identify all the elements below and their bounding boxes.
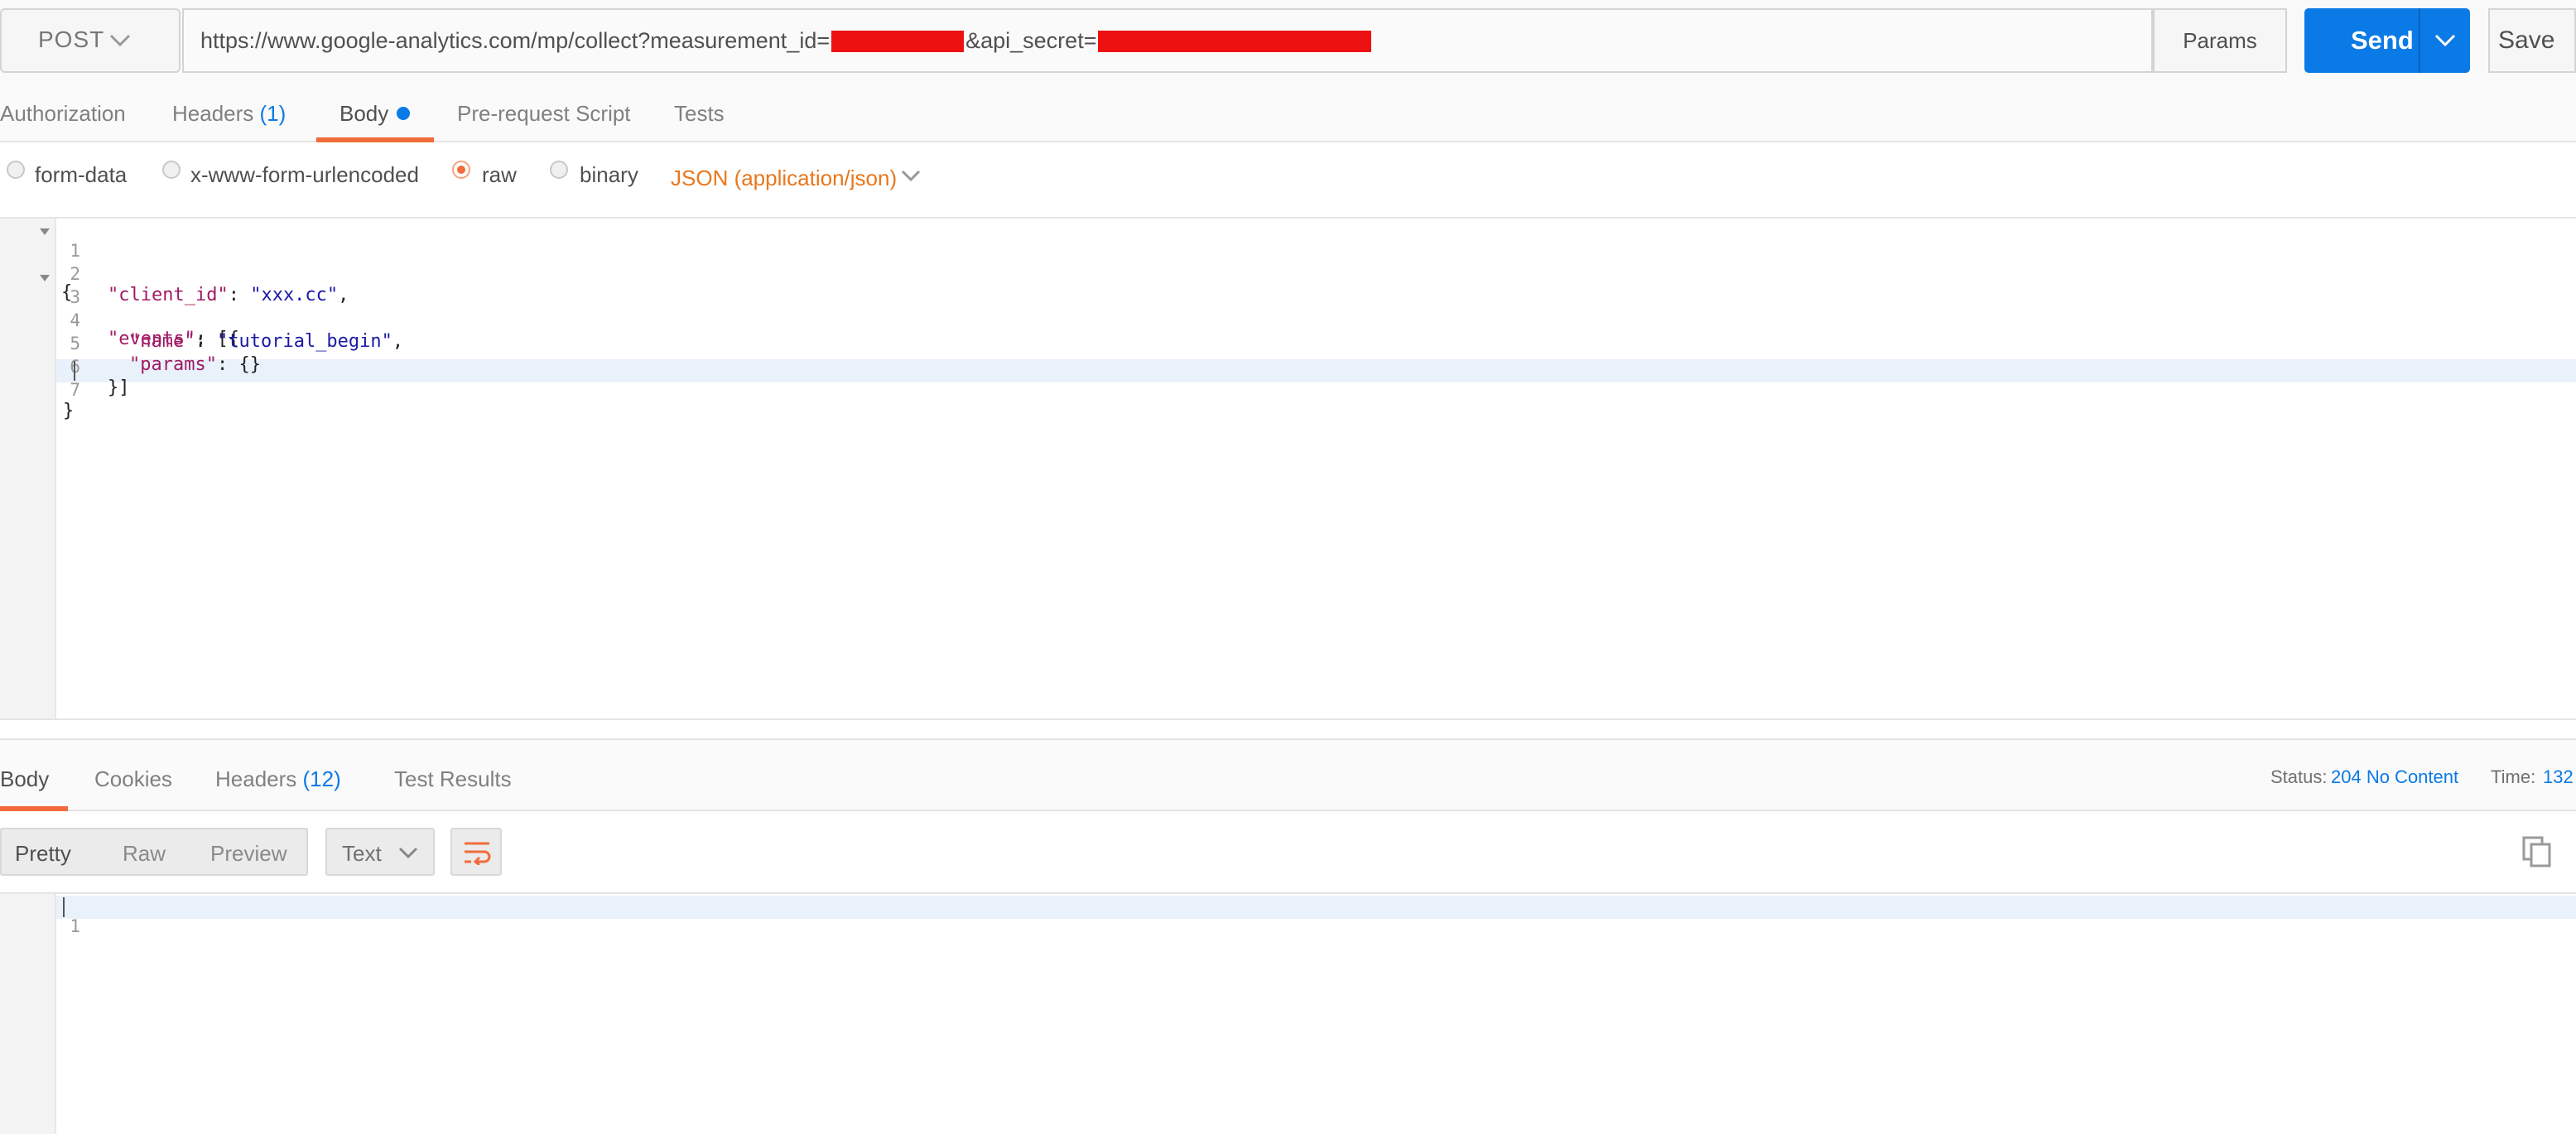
format-chevron-icon bbox=[398, 847, 418, 859]
binary-label: binary bbox=[580, 162, 638, 187]
view-pretty-button[interactable]: Pretty bbox=[15, 841, 71, 867]
modified-dot-icon bbox=[397, 107, 411, 121]
time-value: 132 bbox=[2543, 766, 2574, 787]
tab-pre-request-script[interactable]: Pre-request Script bbox=[457, 101, 631, 127]
line-number: 1 bbox=[70, 916, 80, 936]
response-body-viewer[interactable]: 1 bbox=[0, 894, 2576, 1134]
send-label: Send bbox=[2351, 26, 2414, 55]
radio-form-data[interactable] bbox=[7, 161, 25, 179]
redacted-measurement-id bbox=[831, 30, 965, 52]
code-line: 1 { bbox=[0, 220, 2576, 303]
url-prefix: https://www.google-analytics.com/mp/coll… bbox=[200, 28, 831, 53]
pane-resize-handle[interactable] bbox=[0, 718, 2576, 738]
response-tab-test-results[interactable]: Test Results bbox=[394, 766, 512, 792]
line-number: 7 bbox=[70, 380, 80, 400]
send-options-chevron-icon[interactable] bbox=[2434, 33, 2456, 48]
time-label: Time: bbox=[2491, 766, 2536, 787]
method-select[interactable]: POST bbox=[0, 8, 181, 73]
content-type-chevron-icon[interactable] bbox=[901, 169, 921, 182]
code-line: 6 }] bbox=[0, 336, 2576, 398]
text-cursor bbox=[74, 361, 75, 381]
wrap-lines-icon bbox=[465, 842, 491, 865]
wrap-lines-button[interactable] bbox=[450, 828, 502, 876]
tab-headers[interactable]: Headers (1) bbox=[172, 101, 286, 127]
radio-urlencoded[interactable] bbox=[162, 161, 181, 179]
response-format-label: Text bbox=[342, 841, 382, 866]
request-tabs: Authorization Headers (1) Body Pre-reque… bbox=[0, 74, 2576, 142]
code-line: 5 "params": {} bbox=[0, 313, 2576, 375]
form-data-label: form-data bbox=[35, 162, 128, 187]
body-type-row: form-data x-www-form-urlencoded raw bina… bbox=[0, 142, 2576, 219]
response-tab-headers[interactable]: Headers (12) bbox=[215, 766, 341, 792]
raw-label: raw bbox=[482, 162, 517, 187]
copy-icon[interactable] bbox=[2522, 836, 2552, 867]
url-input[interactable]: https://www.google-analytics.com/mp/coll… bbox=[182, 8, 2153, 73]
send-button[interactable]: Send bbox=[2304, 8, 2470, 73]
text-cursor bbox=[63, 897, 65, 917]
content-type-select[interactable]: JSON (application/json) bbox=[671, 166, 897, 191]
send-divider bbox=[2419, 8, 2420, 73]
view-preview-button[interactable]: Preview bbox=[210, 841, 286, 867]
fold-arrow-icon[interactable] bbox=[40, 228, 50, 235]
tab-tests[interactable]: Tests bbox=[674, 101, 725, 127]
chevron-down-icon bbox=[109, 34, 131, 47]
content-type-label: JSON (application/json) bbox=[671, 166, 898, 190]
response-headers-label: Headers bbox=[215, 766, 297, 791]
redacted-api-secret bbox=[1098, 30, 1372, 52]
response-view-toolbar: Pretty Raw Preview Text bbox=[0, 811, 2576, 894]
url-middle: &api_secret= bbox=[965, 28, 1097, 53]
radio-binary[interactable] bbox=[550, 161, 568, 179]
tab-authorization[interactable]: Authorization bbox=[0, 101, 126, 127]
code-line: 2 "client_id": "xxx.cc", bbox=[0, 243, 2576, 305]
tab-headers-count: (1) bbox=[259, 101, 286, 126]
tab-body-label: Body bbox=[339, 101, 389, 126]
tab-headers-label: Headers bbox=[172, 101, 254, 126]
method-label: POST bbox=[38, 26, 105, 52]
status-value: 204 No Content bbox=[2331, 766, 2459, 787]
code-line: 4 "name": "tutorial_begin", bbox=[0, 290, 2576, 352]
response-tab-cookies[interactable]: Cookies bbox=[94, 766, 172, 792]
urlencoded-label: x-www-form-urlencoded bbox=[190, 162, 419, 187]
code-line: 3 "events": [{ bbox=[0, 267, 2576, 349]
view-raw-button[interactable]: Raw bbox=[123, 841, 166, 867]
params-button[interactable]: Params bbox=[2153, 8, 2287, 73]
response-headers-count: (12) bbox=[302, 766, 341, 791]
request-url-bar: POST https://www.google-analytics.com/mp… bbox=[0, 0, 2576, 74]
response-tab-body[interactable]: Body bbox=[0, 766, 49, 792]
code-line: 7 } bbox=[0, 359, 2576, 421]
save-button[interactable]: Save bbox=[2488, 8, 2576, 73]
code-line: 1 bbox=[0, 896, 2576, 936]
response-format-select[interactable]: Text bbox=[325, 828, 435, 876]
radio-raw[interactable] bbox=[452, 161, 470, 179]
request-body-editor[interactable]: 1 { 2 "client_id": "xxx.cc", 3 "events":… bbox=[0, 219, 2576, 718]
tab-body[interactable]: Body bbox=[339, 101, 411, 127]
code-text: } bbox=[63, 401, 75, 421]
fold-arrow-icon[interactable] bbox=[40, 275, 50, 281]
response-tabs: Body Cookies Headers (12) Test Results S… bbox=[0, 738, 2576, 811]
status-label: Status: bbox=[2270, 766, 2328, 787]
view-mode-segmented-control: Pretty Raw Preview bbox=[0, 828, 308, 876]
